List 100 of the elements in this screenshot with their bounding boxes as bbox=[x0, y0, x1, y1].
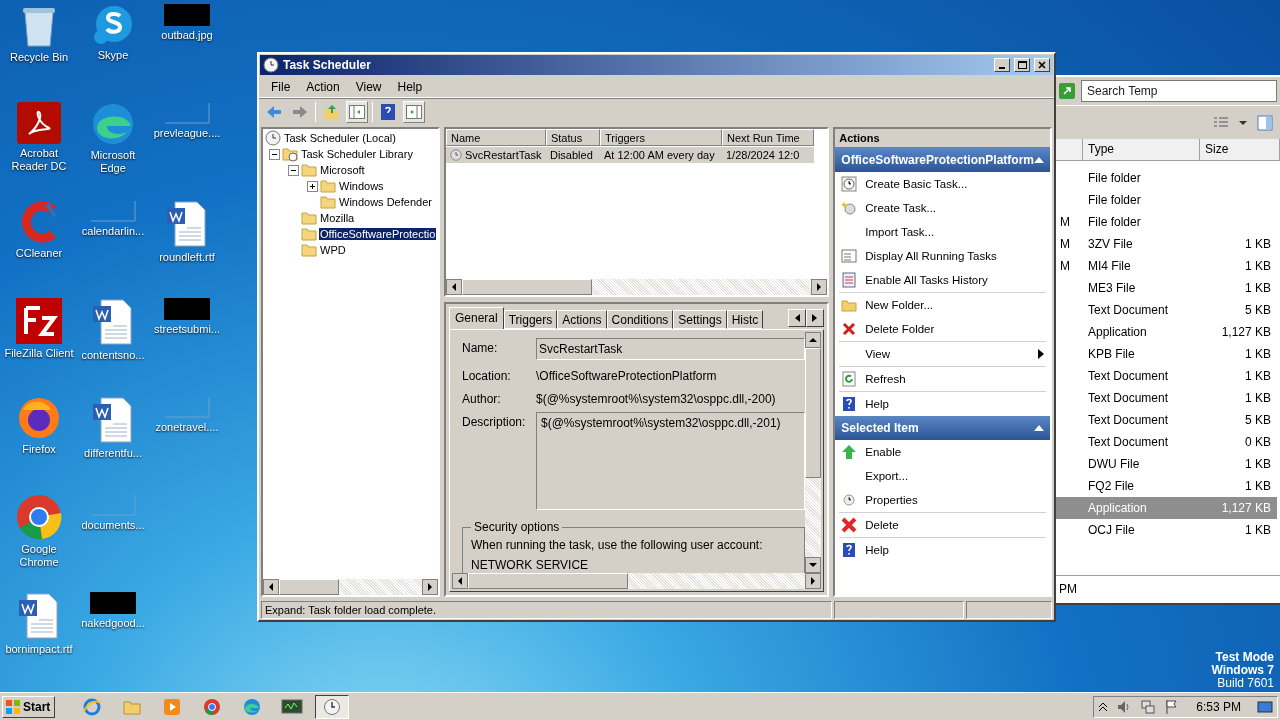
start-button[interactable]: Start bbox=[2, 695, 56, 718]
scroll-up-button[interactable] bbox=[805, 332, 822, 348]
scroll-thumb[interactable] bbox=[279, 579, 339, 595]
show-tree-button[interactable] bbox=[346, 100, 368, 123]
menu-item[interactable]: View bbox=[347, 77, 390, 96]
command-link[interactable]: Enable bbox=[839, 440, 1046, 464]
expand-toggle[interactable] bbox=[307, 180, 318, 192]
command-link[interactable]: Enable All Tasks History bbox=[839, 268, 1046, 292]
table-cell[interactable]: Disabled bbox=[545, 146, 600, 163]
file-row[interactable]: Text Document 0 KB bbox=[1055, 431, 1277, 453]
table-cell[interactable]: At 12:00 AM every day bbox=[599, 146, 722, 163]
scroll-thumb[interactable] bbox=[467, 573, 628, 589]
file-row[interactable]: Text Document 1 KB bbox=[1055, 387, 1277, 409]
chevron-up-icon[interactable] bbox=[1098, 701, 1109, 712]
tree-item[interactable]: Mozilla bbox=[319, 212, 356, 224]
tab[interactable]: Settings bbox=[673, 310, 727, 329]
column-header[interactable]: Next Run Time bbox=[721, 129, 814, 146]
section-header[interactable]: Selected Item bbox=[835, 416, 1050, 440]
tree-item[interactable]: Microsoft bbox=[319, 164, 366, 176]
scroll-left-button[interactable] bbox=[451, 573, 468, 589]
section-header[interactable]: OfficeSoftwareProtectionPlatform bbox=[835, 148, 1050, 172]
scroll-down-button[interactable] bbox=[805, 557, 822, 573]
tree-item[interactable]: Task Scheduler Library bbox=[300, 148, 414, 160]
tree-item[interactable]: OfficeSoftwareProtectio bbox=[319, 228, 437, 240]
file-row[interactable]: M MI4 File 1 KB bbox=[1055, 255, 1277, 277]
file-row[interactable]: File folder bbox=[1055, 167, 1277, 189]
tab[interactable]: Histc bbox=[726, 310, 764, 329]
expand-toggle[interactable] bbox=[269, 148, 280, 160]
maximize-button[interactable] bbox=[1014, 58, 1030, 72]
command-link[interactable]: Help bbox=[839, 538, 1046, 562]
menu-item[interactable]: Action bbox=[298, 77, 348, 96]
tree-item[interactable]: Task Scheduler (Local) bbox=[283, 132, 397, 144]
tab-scroll-left-button[interactable] bbox=[788, 309, 807, 327]
command-link[interactable]: Help bbox=[839, 392, 1046, 416]
command-link[interactable]: Create Basic Task... bbox=[839, 172, 1046, 196]
file-row[interactable]: OCJ File 1 KB bbox=[1055, 519, 1277, 541]
file-row[interactable]: Text Document 5 KB bbox=[1055, 409, 1277, 431]
command-link[interactable]: Create Task... bbox=[839, 196, 1046, 220]
column-header[interactable]: Name bbox=[445, 129, 546, 146]
command-link[interactable]: View bbox=[839, 342, 1046, 366]
command-link[interactable]: Refresh bbox=[839, 367, 1046, 391]
scroll-left-button[interactable] bbox=[263, 579, 279, 595]
tree-item[interactable]: WPD bbox=[319, 244, 347, 256]
tab[interactable]: Triggers bbox=[503, 310, 558, 329]
scroll-thumb[interactable] bbox=[461, 279, 592, 295]
desktop-icon-label[interactable]: Microsoft Edge bbox=[77, 149, 149, 175]
file-row[interactable]: FQ2 File 1 KB bbox=[1055, 475, 1277, 497]
minimize-button[interactable] bbox=[994, 58, 1010, 72]
desktop-icon-label[interactable]: Recycle Bin bbox=[9, 51, 69, 64]
show-desktop-icon[interactable] bbox=[1257, 698, 1273, 715]
desktop-icon-label[interactable]: Skype bbox=[97, 49, 129, 62]
desktop-icon-label[interactable]: roundleft.rtf bbox=[159, 251, 215, 264]
file-row[interactable]: M 3ZV File 1 KB bbox=[1055, 233, 1277, 255]
scroll-right-button[interactable] bbox=[421, 579, 438, 595]
dropdown-icon[interactable] bbox=[1239, 118, 1247, 127]
taskbar-app-button[interactable] bbox=[315, 694, 350, 719]
tree-item[interactable]: Windows Defender bbox=[338, 196, 433, 208]
tab-scroll-right-button[interactable] bbox=[806, 309, 825, 327]
desktop-icon-label[interactable]: Acrobat Reader DC bbox=[3, 147, 75, 173]
show-actions-button[interactable] bbox=[403, 100, 425, 123]
command-link[interactable]: Import Task... bbox=[839, 220, 1046, 244]
desktop-icon-label[interactable]: outbad.jpg bbox=[161, 29, 213, 42]
desktop-icon-label[interactable]: CCleaner bbox=[15, 247, 63, 260]
tab[interactable]: Conditions bbox=[606, 310, 674, 329]
file-row[interactable]: KPB File 1 KB bbox=[1055, 343, 1277, 365]
table-cell[interactable]: SvcRestartTask bbox=[445, 146, 546, 163]
search-field[interactable]: Search Temp bbox=[1081, 80, 1277, 102]
file-row[interactable]: Text Document 1 KB bbox=[1055, 365, 1277, 387]
column-header[interactable]: Type bbox=[1083, 139, 1200, 161]
description-field[interactable]: $(@%systemroot%\system32\osppc.dll,-201) bbox=[535, 412, 806, 510]
expand-toggle[interactable] bbox=[288, 164, 299, 176]
scroll-right-button[interactable] bbox=[811, 279, 828, 295]
close-button[interactable] bbox=[1034, 58, 1050, 72]
desktop-icon-label[interactable]: contentsno... bbox=[81, 349, 145, 362]
desktop-icon-label[interactable]: Firefox bbox=[22, 443, 56, 456]
command-link[interactable]: Delete Folder bbox=[839, 317, 1046, 341]
command-link[interactable]: New Folder... bbox=[839, 293, 1046, 317]
tab[interactable]: General bbox=[448, 307, 504, 330]
file-row[interactable]: File folder bbox=[1055, 189, 1277, 211]
network-icon[interactable] bbox=[1140, 698, 1157, 715]
scroll-thumb[interactable] bbox=[805, 348, 822, 478]
file-row[interactable]: Application 1,127 KB bbox=[1055, 321, 1277, 343]
column-header[interactable]: Triggers bbox=[599, 129, 722, 146]
command-link[interactable]: Display All Running Tasks bbox=[839, 244, 1046, 268]
desktop-icon-label[interactable]: calendarlin... bbox=[81, 225, 145, 238]
file-row[interactable]: M File folder bbox=[1055, 211, 1277, 233]
column-header[interactable]: Status bbox=[545, 129, 600, 146]
file-row[interactable]: DWU File 1 KB bbox=[1055, 453, 1277, 475]
table-cell[interactable]: 1/28/2024 12:0 bbox=[721, 146, 814, 163]
tree-item[interactable]: Windows bbox=[338, 180, 385, 192]
desktop-icon-label[interactable]: FileZilla Client bbox=[4, 347, 74, 360]
scroll-left-button[interactable] bbox=[445, 279, 462, 295]
file-row[interactable]: ME3 File 1 KB bbox=[1055, 277, 1277, 299]
column-header[interactable]: Size bbox=[1200, 139, 1280, 161]
menu-item[interactable]: Help bbox=[389, 77, 431, 96]
desktop-icon-label[interactable]: prevleague.... bbox=[153, 127, 221, 140]
command-link[interactable]: Export... bbox=[839, 464, 1046, 488]
name-field[interactable]: SvcRestartTask bbox=[535, 338, 806, 360]
desktop-icon-label[interactable]: streetsubmi... bbox=[154, 323, 220, 336]
menu-item[interactable]: File bbox=[263, 77, 299, 96]
